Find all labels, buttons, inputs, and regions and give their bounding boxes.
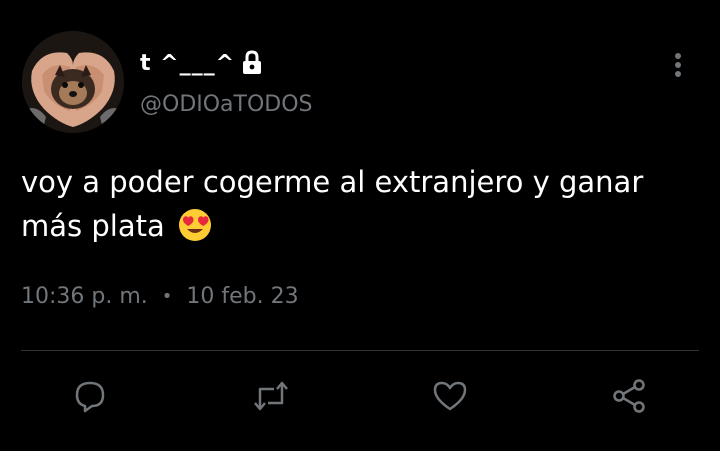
smiling-face-with-heart-eyes-emoji bbox=[178, 208, 212, 242]
heart-icon bbox=[432, 379, 468, 417]
tweet-date[interactable]: 10 feb. 23 bbox=[186, 284, 298, 309]
avatar[interactable] bbox=[22, 31, 124, 133]
more-vertical-icon[interactable] bbox=[666, 50, 690, 82]
tweet-meta: 10:36 p. m. • 10 feb. 23 bbox=[21, 284, 299, 309]
like-button[interactable] bbox=[428, 376, 472, 420]
meta-separator: • bbox=[161, 286, 173, 307]
retweet-icon bbox=[252, 379, 290, 417]
lock-icon bbox=[241, 50, 263, 76]
reply-icon bbox=[73, 379, 107, 417]
tweet-text: voy a poder cogerme al extranjero y gana… bbox=[21, 160, 701, 248]
display-name[interactable]: t ^___^ bbox=[140, 51, 235, 76]
tweet-card: t ^___^ @ODIOaTODOS voy a poder cogerme … bbox=[0, 0, 720, 451]
divider bbox=[21, 350, 699, 351]
share-icon bbox=[611, 378, 647, 418]
reply-button[interactable] bbox=[68, 376, 112, 420]
retweet-button[interactable] bbox=[249, 376, 293, 420]
share-button[interactable] bbox=[607, 376, 651, 420]
author-name-row: t ^___^ bbox=[140, 45, 263, 81]
tweet-time[interactable]: 10:36 p. m. bbox=[21, 284, 148, 309]
action-bar bbox=[0, 370, 720, 430]
user-handle[interactable]: @ODIOaTODOS bbox=[140, 92, 313, 117]
tweet-body: voy a poder cogerme al extranjero y gana… bbox=[21, 165, 644, 243]
